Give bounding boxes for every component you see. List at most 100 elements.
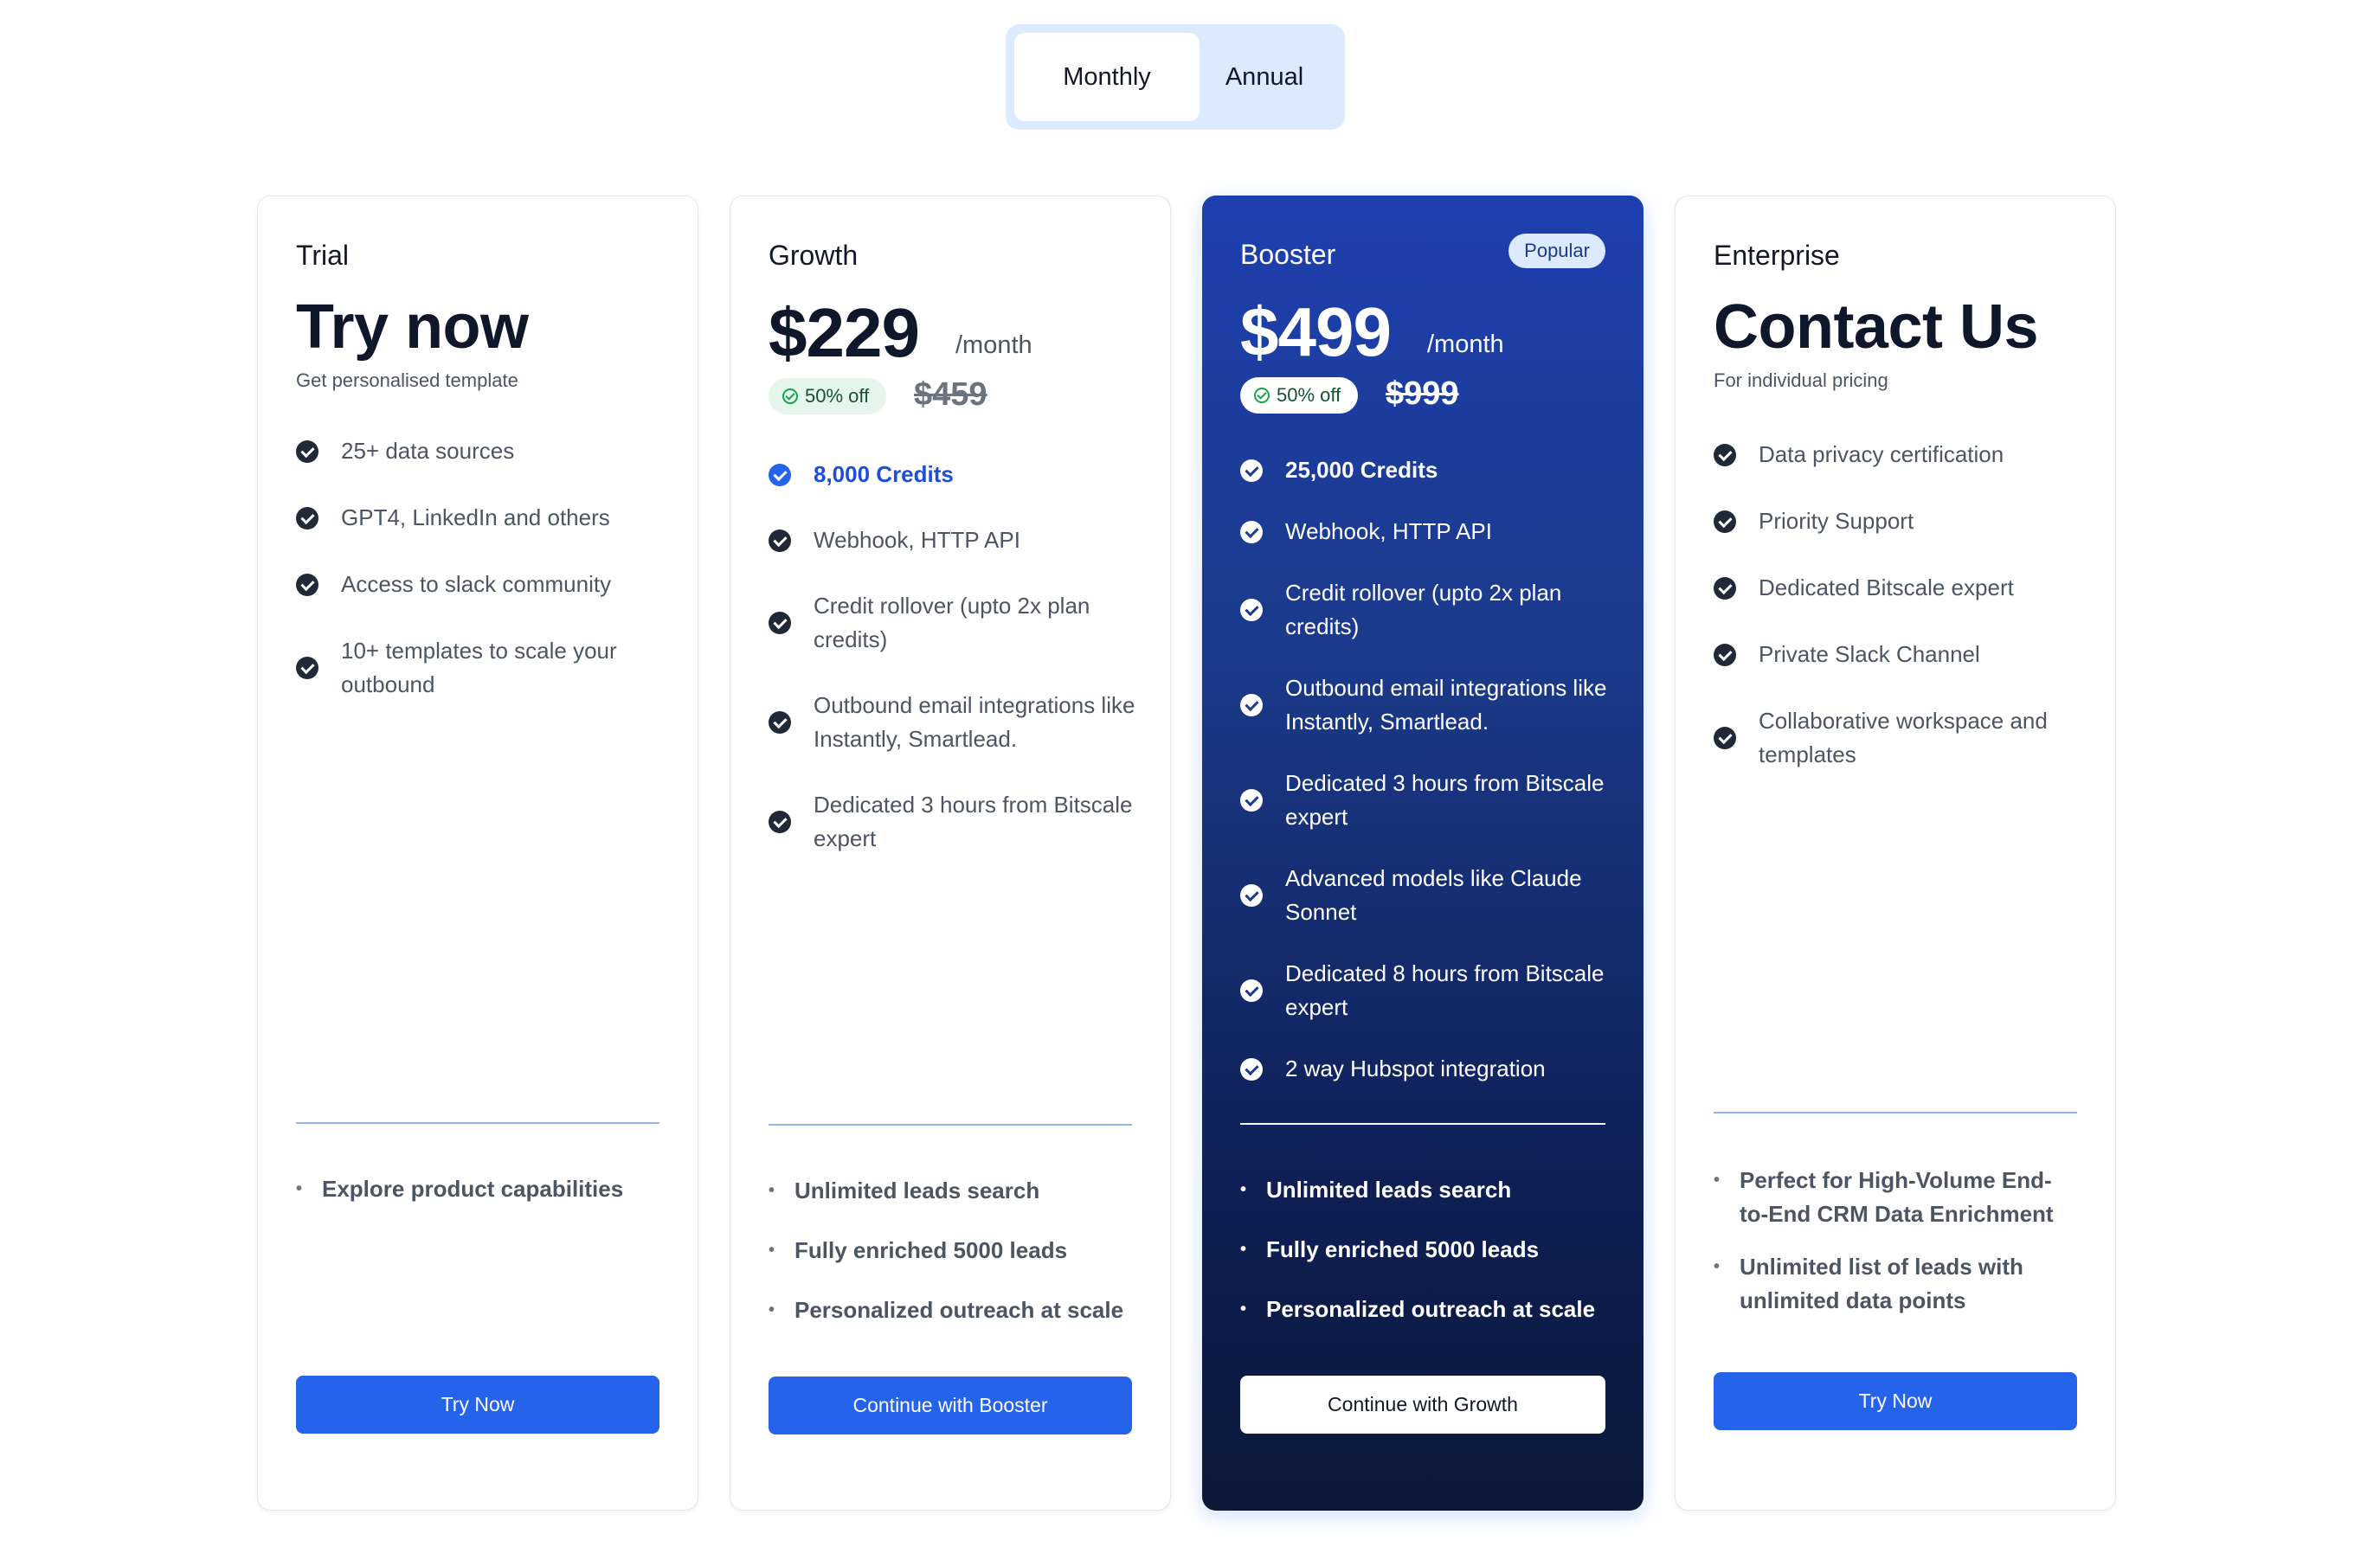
feature-item: GPT4, LinkedIn and others <box>296 501 672 535</box>
billing-toggle: Monthly Annual <box>1006 24 1345 130</box>
bullet-dot: • <box>769 1241 775 1260</box>
feature-text: Outbound email integrations like Instant… <box>814 692 1135 752</box>
feature-item: Data privacy certification <box>1714 438 2089 472</box>
divider <box>296 1122 659 1124</box>
check-circle-icon <box>1714 510 1736 533</box>
highlight-text: Explore product capabilities <box>322 1176 624 1202</box>
highlight-text: Fully enriched 5000 leads <box>1266 1236 1540 1262</box>
highlight-item: • Explore product capabilities <box>296 1172 659 1206</box>
original-price: $999 <box>1386 375 1459 412</box>
highlight-list: • Unlimited leads search • Fully enriche… <box>769 1174 1132 1327</box>
feature-list: 25+ data sources GPT4, LinkedIn and othe… <box>296 434 672 702</box>
bullet-dot: • <box>1240 1300 1247 1319</box>
check-circle-icon <box>1714 576 1736 600</box>
highlight-list: • Unlimited leads search • Fully enriche… <box>1240 1173 1605 1326</box>
feature-list: 8,000 Credits Webhook, HTTP API Credit r… <box>769 458 1144 856</box>
check-circle-icon <box>1240 694 1263 716</box>
feature-text: 25,000 Credits <box>1285 457 1438 483</box>
annual-toggle-button[interactable]: Annual <box>1200 33 1329 121</box>
check-circle-icon <box>769 529 791 552</box>
highlight-text: Unlimited leads search <box>1266 1177 1512 1203</box>
check-circle-icon <box>769 463 791 486</box>
feature-item: Outbound email integrations like Instant… <box>769 689 1144 756</box>
feature-item: Outbound email integrations like Instant… <box>1240 671 1618 739</box>
pricing-page: Monthly Annual Trial Try now Get persona… <box>0 0 2380 1566</box>
highlight-item: • Fully enriched 5000 leads <box>1240 1233 1605 1267</box>
feature-list: 25,000 Credits Webhook, HTTP API Credit … <box>1240 453 1618 1086</box>
check-circle-icon <box>769 612 791 634</box>
check-circle-icon <box>1240 979 1263 1002</box>
feature-item: Dedicated 3 hours from Bitscale expert <box>769 788 1144 856</box>
feature-text: Access to slack community <box>341 571 612 597</box>
feature-item: Dedicated Bitscale expert <box>1714 571 2089 605</box>
discount-text: 50% off <box>1277 384 1341 406</box>
highlight-item: • Perfect for High-Volume End-to-End CRM… <box>1714 1164 2077 1231</box>
discount-badge: 50% off <box>1240 377 1359 414</box>
feature-item: 10+ templates to scale your outbound <box>296 634 672 702</box>
highlight-item: • Unlimited list of leads with unlimited… <box>1714 1250 2077 1318</box>
plan-card-trial: Trial Try now Get personalised template … <box>257 196 698 1511</box>
divider <box>1240 1123 1605 1125</box>
feature-item: 25+ data sources <box>296 434 672 468</box>
continue-with-growth-button[interactable]: Continue with Growth <box>1240 1376 1605 1434</box>
check-circle-icon <box>1240 459 1263 482</box>
feature-item: Dedicated 8 hours from Bitscale expert <box>1240 957 1618 1024</box>
bullet-dot: • <box>769 1300 775 1319</box>
check-circle-icon <box>1240 884 1263 907</box>
feature-text: Private Slack Channel <box>1759 641 1980 667</box>
check-circle-icon <box>296 657 318 679</box>
highlight-item: • Personalized outreach at scale <box>769 1293 1132 1327</box>
highlight-item: • Unlimited leads search <box>769 1174 1132 1208</box>
check-circle-icon <box>769 811 791 833</box>
feature-text: Webhook, HTTP API <box>1285 518 1492 544</box>
price-period: /month <box>955 331 1032 359</box>
bullet-dot: • <box>1714 1257 1721 1276</box>
plan-subtitle: Get personalised template <box>296 369 518 391</box>
bullet-dot: • <box>296 1179 303 1198</box>
feature-item: 2 way Hubspot integration <box>1240 1052 1618 1086</box>
original-price: $459 <box>914 376 987 413</box>
divider <box>1714 1112 2077 1114</box>
continue-with-booster-button[interactable]: Continue with Booster <box>769 1377 1132 1434</box>
feature-item: Webhook, HTTP API <box>769 523 1144 557</box>
feature-text: Dedicated Bitscale expert <box>1759 574 2014 600</box>
bullet-dot: • <box>769 1181 775 1200</box>
feature-item: Advanced models like Claude Sonnet <box>1240 862 1618 929</box>
feature-text: Credit rollover (upto 2x plan credits) <box>814 593 1090 652</box>
try-now-button[interactable]: Try Now <box>296 1376 659 1434</box>
highlight-text: Unlimited list of leads with unlimited d… <box>1740 1254 2023 1313</box>
discount-badge: 50% off <box>769 378 887 414</box>
price-period: /month <box>1427 331 1504 358</box>
highlight-text: Personalized outreach at scale <box>1266 1296 1596 1322</box>
highlight-item: • Unlimited leads search <box>1240 1173 1605 1207</box>
check-circle-icon <box>1240 520 1263 543</box>
highlight-text: Fully enriched 5000 leads <box>794 1237 1068 1263</box>
try-now-button[interactable]: Try Now <box>1714 1372 2077 1430</box>
monthly-toggle-button[interactable]: Monthly <box>1014 33 1200 121</box>
highlight-list: • Explore product capabilities <box>296 1172 659 1206</box>
feature-item: Private Slack Channel <box>1714 638 2089 671</box>
feature-item: 25,000 Credits <box>1240 453 1618 487</box>
feature-item: Collaborative workspace and templates <box>1714 704 2089 772</box>
popular-badge: Popular <box>1508 234 1605 268</box>
check-circle-icon <box>296 573 318 596</box>
highlight-list: • Perfect for High-Volume End-to-End CRM… <box>1714 1164 2077 1318</box>
feature-item: Credit rollover (upto 2x plan credits) <box>1240 576 1618 644</box>
discount-text: 50% off <box>805 385 870 407</box>
feature-item: Priority Support <box>1714 504 2089 538</box>
bullet-dot: • <box>1240 1240 1247 1259</box>
check-circle-icon <box>1240 599 1263 621</box>
check-circle-icon <box>1714 643 1736 666</box>
check-circle-icon <box>1254 388 1270 403</box>
check-circle-icon <box>1714 443 1736 466</box>
bullet-dot: • <box>1714 1171 1721 1190</box>
feature-text: 2 way Hubspot integration <box>1285 1056 1546 1081</box>
check-circle-icon <box>1240 789 1263 812</box>
plan-name: Booster <box>1240 239 1336 270</box>
check-circle-icon <box>296 506 318 529</box>
feature-item: Webhook, HTTP API <box>1240 515 1618 549</box>
highlight-item: • Personalized outreach at scale <box>1240 1293 1605 1326</box>
plan-name: Enterprise <box>1714 240 1840 271</box>
feature-text: 25+ data sources <box>341 438 515 464</box>
feature-list: Data privacy certification Priority Supp… <box>1714 438 2089 772</box>
